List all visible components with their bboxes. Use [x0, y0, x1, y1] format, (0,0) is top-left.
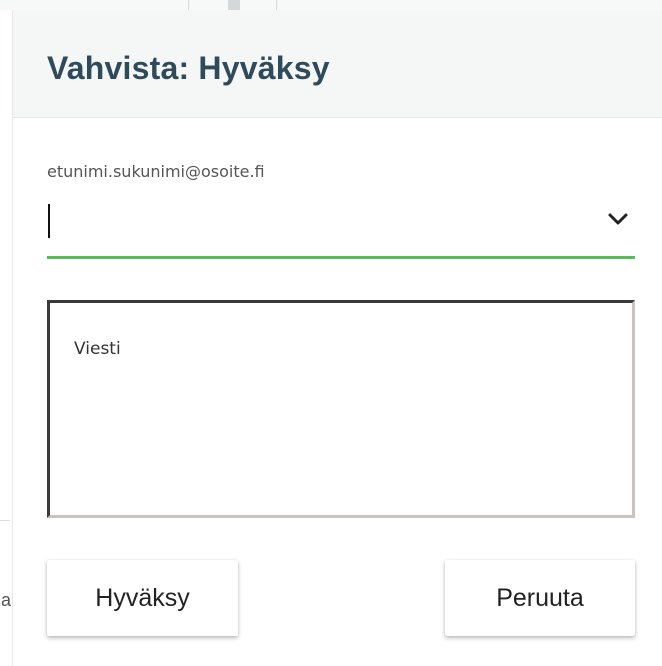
background-divider — [228, 0, 240, 10]
background-left-edge — [0, 10, 13, 666]
recipient-select[interactable] — [47, 192, 635, 259]
page: a Vahvista: Hyväksy etunimi.sukunimi@oso… — [0, 0, 662, 666]
background-partial-text: a — [1, 590, 12, 610]
text-cursor — [48, 204, 50, 238]
confirm-dialog: Vahvista: Hyväksy etunimi.sukunimi@osoit… — [13, 10, 662, 666]
dialog-title: Vahvista: Hyväksy — [47, 50, 330, 86]
chevron-down-icon[interactable] — [607, 208, 629, 230]
recipient-input[interactable] — [47, 200, 587, 244]
cancel-button[interactable]: Peruuta — [445, 560, 635, 636]
background-divider — [276, 0, 277, 10]
background-divider — [188, 0, 189, 10]
message-textarea[interactable] — [50, 303, 632, 515]
chevron-down-icon-graphic — [608, 213, 628, 225]
background-strip — [0, 0, 662, 10]
message-box — [47, 300, 635, 518]
approve-button[interactable]: Hyväksy — [47, 560, 238, 636]
background-divider — [0, 520, 10, 521]
dialog-header: Vahvista: Hyväksy — [13, 10, 662, 118]
recipient-field-label: etunimi.sukunimi@osoite.fi — [47, 162, 265, 181]
